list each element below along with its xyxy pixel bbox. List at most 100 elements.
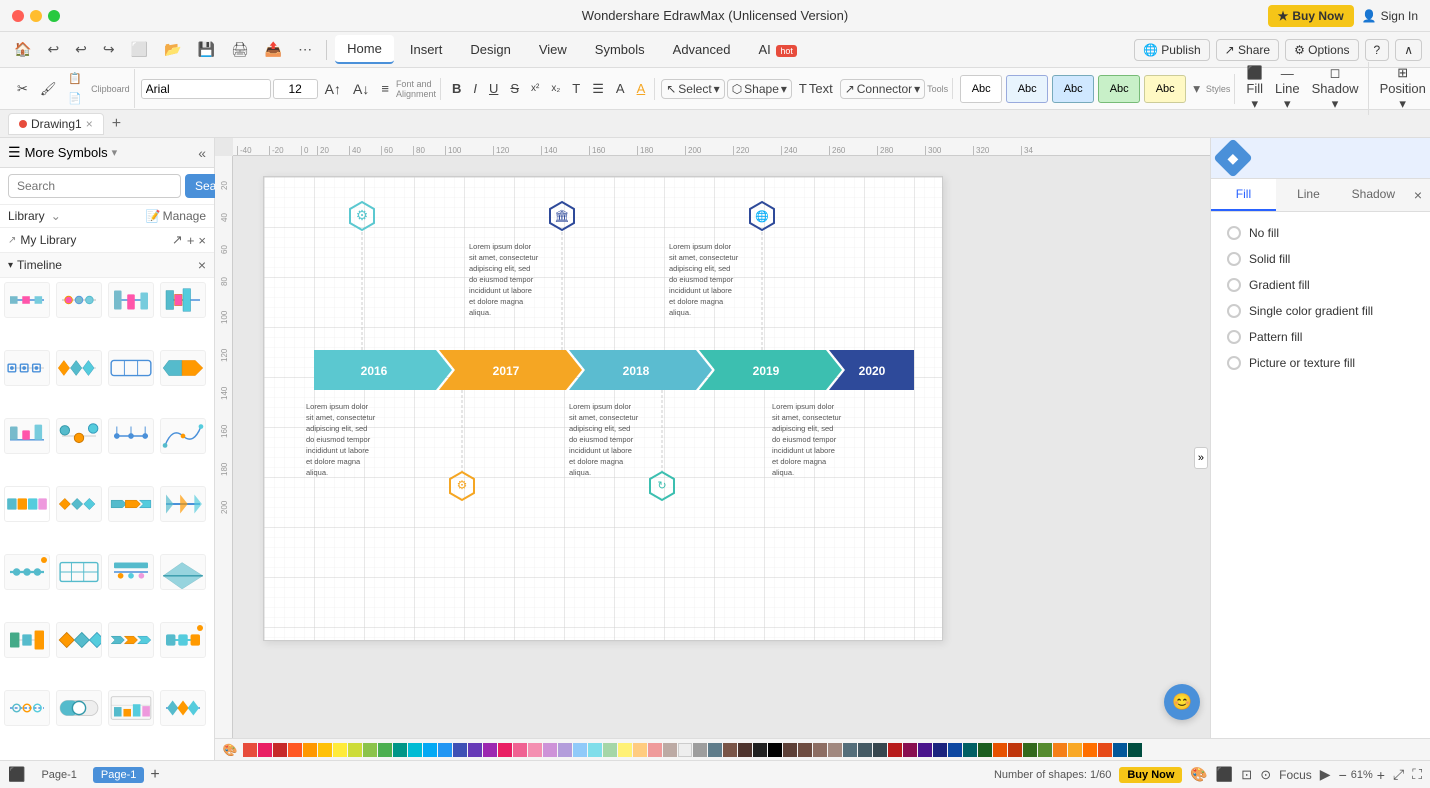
decrease-font-button[interactable]: A↓ <box>348 78 374 100</box>
color-swatch[interactable] <box>393 743 407 757</box>
color-swatch[interactable] <box>423 743 437 757</box>
menu-tab-insert[interactable]: Insert <box>398 36 455 63</box>
color-swatch[interactable] <box>948 743 962 757</box>
select-tool-button[interactable]: ↖ Select ▾ <box>661 79 724 99</box>
shape-thumb-22[interactable] <box>56 622 102 658</box>
color-swatch[interactable] <box>798 743 812 757</box>
save-button[interactable]: 💾 <box>192 37 221 62</box>
color-swatch[interactable] <box>288 743 302 757</box>
color-picker-icon[interactable]: 🎨 <box>1190 766 1207 783</box>
shadow-dropdown-button[interactable]: ◻ Shadow ▾ <box>1307 62 1364 115</box>
text-tool-button[interactable]: T Text <box>794 78 838 99</box>
buy-now-button[interactable]: ★ Buy Now <box>1268 5 1354 27</box>
color-swatch[interactable] <box>408 743 422 757</box>
list-button[interactable]: ☰ <box>587 78 609 100</box>
menu-tab-advanced[interactable]: Advanced <box>661 36 743 63</box>
canvas-area[interactable]: -40 -20 0 20 40 60 80 100 120 140 160 18… <box>215 138 1210 760</box>
font-name-input[interactable] <box>141 79 271 99</box>
shape-thumb-24[interactable] <box>160 622 206 658</box>
superscript-button[interactable]: x² <box>526 80 544 97</box>
color-swatch[interactable] <box>693 743 707 757</box>
publish-button[interactable]: 🌐 Publish <box>1134 39 1210 61</box>
single-color-gradient-option[interactable]: Single color gradient fill <box>1223 298 1418 324</box>
shape-thumb-25[interactable] <box>4 690 50 726</box>
share-button[interactable]: ↗ Share <box>1216 39 1279 61</box>
increase-font-button[interactable]: A↑ <box>320 78 346 100</box>
style-sample-1[interactable]: Abc <box>960 75 1002 103</box>
fill-dropdown-button[interactable]: ⬛ Fill ▾ <box>1241 62 1268 115</box>
shape-thumb-17[interactable] <box>4 554 50 590</box>
color-swatch[interactable] <box>1098 743 1112 757</box>
color-swatch[interactable] <box>273 743 287 757</box>
color-swatch[interactable] <box>753 743 767 757</box>
close-timeline-button[interactable]: × <box>198 257 206 273</box>
export-button[interactable]: 📤 <box>259 37 288 62</box>
solid-fill-option[interactable]: Solid fill <box>1223 246 1418 272</box>
color-swatch[interactable] <box>438 743 452 757</box>
color-swatch[interactable] <box>1068 743 1082 757</box>
color-swatch[interactable] <box>933 743 947 757</box>
text-style-button[interactable]: T <box>567 78 585 99</box>
shape-thumb-4[interactable] <box>160 282 206 318</box>
color-swatch[interactable] <box>543 743 557 757</box>
menu-tab-design[interactable]: Design <box>458 36 522 63</box>
shadow-tab[interactable]: Shadow <box>1341 179 1406 211</box>
align-button[interactable]: ≡ <box>376 78 394 99</box>
line-dropdown-button[interactable]: — Line ▾ <box>1270 63 1305 115</box>
font-color-button[interactable]: A <box>611 78 630 99</box>
collapse-panel-button[interactable]: « <box>198 145 206 161</box>
zoom-in-button[interactable]: + <box>1377 767 1385 783</box>
underline-button[interactable]: U <box>484 78 503 99</box>
color-swatch[interactable] <box>1023 743 1037 757</box>
drawing-tab[interactable]: Drawing1 × <box>8 113 104 135</box>
color-swatch[interactable] <box>588 743 602 757</box>
color-picker-small-button[interactable]: 🎨 <box>221 741 239 759</box>
color-swatch[interactable] <box>888 743 902 757</box>
paste-button[interactable]: 📄 <box>63 89 87 108</box>
shape-thumb-6[interactable] <box>56 350 102 386</box>
color-swatch[interactable] <box>783 743 797 757</box>
color-swatch[interactable] <box>708 743 722 757</box>
color-swatch[interactable] <box>1083 743 1097 757</box>
shape-thumb-14[interactable] <box>56 486 102 522</box>
minimize-button[interactable] <box>30 10 42 22</box>
picture-texture-option[interactable]: Picture or texture fill <box>1223 350 1418 376</box>
color-swatch[interactable] <box>633 743 647 757</box>
cut-button[interactable]: ✂ <box>12 78 33 100</box>
style-sample-5[interactable]: Abc <box>1144 75 1186 103</box>
fullscreen-button[interactable]: ⛶ <box>1412 766 1422 783</box>
menu-tab-ai[interactable]: AI hot <box>746 36 808 63</box>
color-swatch[interactable] <box>618 743 632 757</box>
menu-tab-home[interactable]: Home <box>335 35 394 64</box>
style-sample-4[interactable]: Abc <box>1098 75 1140 103</box>
expand-right-panel-button[interactable]: » <box>1194 447 1208 469</box>
font-size-input[interactable] <box>273 79 318 99</box>
copy-button[interactable]: 📋 <box>63 69 87 88</box>
color-swatch[interactable] <box>528 743 542 757</box>
sign-in-button[interactable]: 👤 Sign In <box>1362 9 1418 23</box>
color-swatch[interactable] <box>663 743 677 757</box>
color-swatch[interactable] <box>1038 743 1052 757</box>
color-swatch[interactable] <box>1113 743 1127 757</box>
collapse-menu-button[interactable]: ∧ <box>1395 39 1422 61</box>
color-swatch[interactable] <box>858 743 872 757</box>
options-button[interactable]: ⚙ Options <box>1285 39 1358 61</box>
page-tab-1[interactable]: Page-1 <box>31 767 86 783</box>
color-swatch[interactable] <box>678 743 692 757</box>
shape-thumb-16[interactable] <box>160 486 206 522</box>
shape-thumb-27[interactable] <box>108 690 154 726</box>
color-swatch[interactable] <box>453 743 467 757</box>
maximize-button[interactable] <box>48 10 60 22</box>
menu-tab-view[interactable]: View <box>527 36 579 63</box>
color-swatch[interactable] <box>723 743 737 757</box>
style-sample-2[interactable]: Abc <box>1006 75 1048 103</box>
color-swatch[interactable] <box>963 743 977 757</box>
no-fill-option[interactable]: No fill <box>1223 220 1418 246</box>
shape-thumb-11[interactable] <box>108 418 154 454</box>
shape-tool-button[interactable]: ⬡ Shape ▾ <box>727 79 792 99</box>
color-swatch[interactable] <box>603 743 617 757</box>
add-library-button[interactable]: + <box>187 232 195 248</box>
color-swatch[interactable] <box>873 743 887 757</box>
line-tab[interactable]: Line <box>1276 179 1341 211</box>
gradient-fill-option[interactable]: Gradient fill <box>1223 272 1418 298</box>
